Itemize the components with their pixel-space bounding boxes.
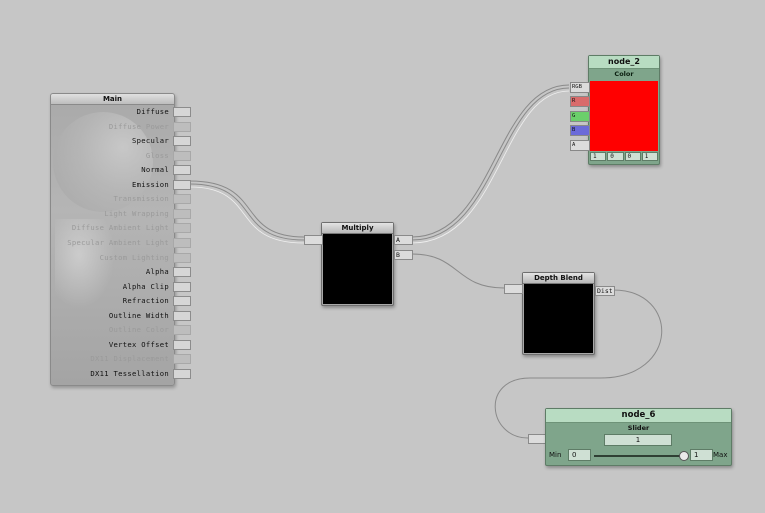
main-port-socket[interactable]: [173, 296, 191, 307]
main-port-label: Light Wrapping: [104, 208, 169, 218]
main-port-socket[interactable]: [173, 136, 191, 147]
main-port-row[interactable]: Alpha: [51, 265, 191, 279]
main-port-label: Custom Lighting: [99, 252, 169, 262]
main-port-label: Outline Color: [108, 325, 169, 335]
main-port-socket[interactable]: [173, 208, 191, 219]
main-port-row[interactable]: Custom Lighting: [51, 251, 191, 265]
multiply-input-port[interactable]: [304, 235, 323, 245]
main-port-row[interactable]: Emission: [51, 178, 191, 192]
color-node-name: node_2: [589, 56, 659, 69]
wire-emission-multiply: [189, 180, 305, 238]
depth-blend-node[interactable]: Depth Blend: [522, 272, 595, 355]
main-port-socket[interactable]: [173, 267, 191, 278]
color-values: 1 0 0 1: [590, 152, 658, 161]
main-port-socket[interactable]: [173, 354, 191, 365]
main-port-row[interactable]: Specular: [51, 134, 191, 148]
main-port-label: Gloss: [145, 150, 169, 160]
color-node[interactable]: node_2 Color 1 0 0 1 RGB R G B A: [570, 55, 660, 165]
main-port-socket[interactable]: [173, 165, 191, 176]
main-port-socket[interactable]: [173, 107, 191, 117]
main-port-socket[interactable]: [173, 310, 191, 321]
multiply-node-title: Multiply: [322, 223, 393, 234]
main-port-row[interactable]: Outline Color: [51, 323, 191, 337]
slider-value-field[interactable]: 1: [604, 434, 672, 446]
slider-node[interactable]: node_6 Slider 1 Min 0 1 Max: [545, 408, 732, 466]
color-port-r[interactable]: R: [570, 96, 590, 107]
main-port-label: Alpha Clip: [122, 281, 169, 291]
main-port-socket[interactable]: [173, 121, 191, 132]
main-port-label: Diffuse: [136, 107, 169, 116]
main-port-row[interactable]: Normal: [51, 163, 191, 177]
main-port-label: DX11 Tessellation: [90, 368, 169, 378]
color-value-b[interactable]: 0: [624, 152, 641, 161]
main-port-socket[interactable]: [173, 281, 191, 292]
multiply-preview: [323, 234, 392, 304]
color-value-g[interactable]: 0: [607, 152, 624, 161]
main-port-socket[interactable]: [173, 237, 191, 248]
main-port-row[interactable]: Specular Ambient Light: [51, 236, 191, 250]
main-port-socket[interactable]: [173, 368, 191, 379]
main-port-socket[interactable]: [173, 150, 191, 161]
main-port-row[interactable]: Diffuse: [51, 105, 191, 119]
color-port-g[interactable]: G: [570, 111, 590, 122]
color-port-b[interactable]: B: [570, 125, 590, 136]
main-node-title: Main: [51, 94, 174, 105]
color-value-a[interactable]: 1: [641, 152, 658, 161]
slider-node-type: Slider: [627, 424, 650, 432]
main-port-row[interactable]: Light Wrapping: [51, 207, 191, 221]
slider-thumb[interactable]: [679, 451, 689, 461]
main-port-label: Alpha: [145, 267, 169, 277]
main-port-row[interactable]: Alpha Clip: [51, 280, 191, 294]
main-port-label: Vertex Offset: [108, 339, 169, 349]
main-port-socket[interactable]: [173, 179, 191, 190]
main-port-label: Diffuse Ambient Light: [71, 223, 169, 233]
multiply-node[interactable]: Multiply: [321, 222, 394, 306]
slider-min-label: Min: [549, 451, 562, 459]
main-port-socket[interactable]: [173, 339, 191, 350]
depth-blend-node-title: Depth Blend: [523, 273, 594, 284]
main-port-label: Specular Ambient Light: [67, 237, 169, 247]
main-port-row[interactable]: Refraction: [51, 294, 191, 308]
main-port-socket[interactable]: [173, 325, 191, 336]
slider-node-name: node_6: [546, 409, 731, 423]
main-port-row[interactable]: Gloss: [51, 149, 191, 163]
depth-blend-output-dist[interactable]: Dist: [595, 286, 615, 296]
main-port-label: DX11 Displacement: [90, 354, 169, 364]
main-port-row[interactable]: Diffuse Ambient Light: [51, 221, 191, 235]
main-port-label: Outline Width: [108, 310, 169, 320]
wire-multiply-b-depth: [411, 253, 505, 289]
main-port-socket[interactable]: [173, 194, 191, 205]
slider-min-field[interactable]: 0: [568, 449, 591, 461]
main-port-row[interactable]: Vertex Offset: [51, 338, 191, 352]
main-port-label: Transmission: [113, 194, 169, 204]
main-port-row[interactable]: Transmission: [51, 192, 191, 206]
main-node[interactable]: Main Diffuse Diffuse Power Specular Gloss No…: [50, 93, 191, 386]
main-port-label: Normal: [141, 165, 169, 175]
slider-max-field[interactable]: 1: [690, 449, 713, 461]
main-port-row[interactable]: Diffuse Power: [51, 120, 191, 134]
main-port-label: Specular: [131, 136, 169, 146]
main-port-socket[interactable]: [173, 223, 191, 234]
main-port-label: Refraction: [122, 296, 169, 306]
slider-max-label: Max: [713, 451, 728, 459]
color-swatch[interactable]: [590, 81, 658, 151]
main-port-row[interactable]: Outline Width: [51, 309, 191, 323]
depth-blend-input-port[interactable]: [504, 284, 523, 294]
color-node-type: Color: [614, 70, 634, 78]
color-port-a[interactable]: A: [570, 140, 590, 151]
main-port-socket[interactable]: [173, 252, 191, 263]
wire-color-multiply-a: [411, 84, 570, 238]
color-value-r[interactable]: 1: [590, 152, 607, 161]
main-port-label: Emission: [131, 179, 169, 189]
main-port-label: Diffuse Power: [108, 121, 169, 131]
slider-track[interactable]: [594, 455, 684, 457]
depth-blend-preview: [524, 284, 593, 353]
main-port-row[interactable]: DX11 Displacement: [51, 352, 191, 366]
multiply-output-a[interactable]: A: [394, 235, 413, 245]
color-port-rgb[interactable]: RGB: [570, 82, 590, 93]
main-port-row[interactable]: DX11 Tessellation: [51, 367, 191, 381]
multiply-output-b[interactable]: B: [394, 250, 413, 260]
